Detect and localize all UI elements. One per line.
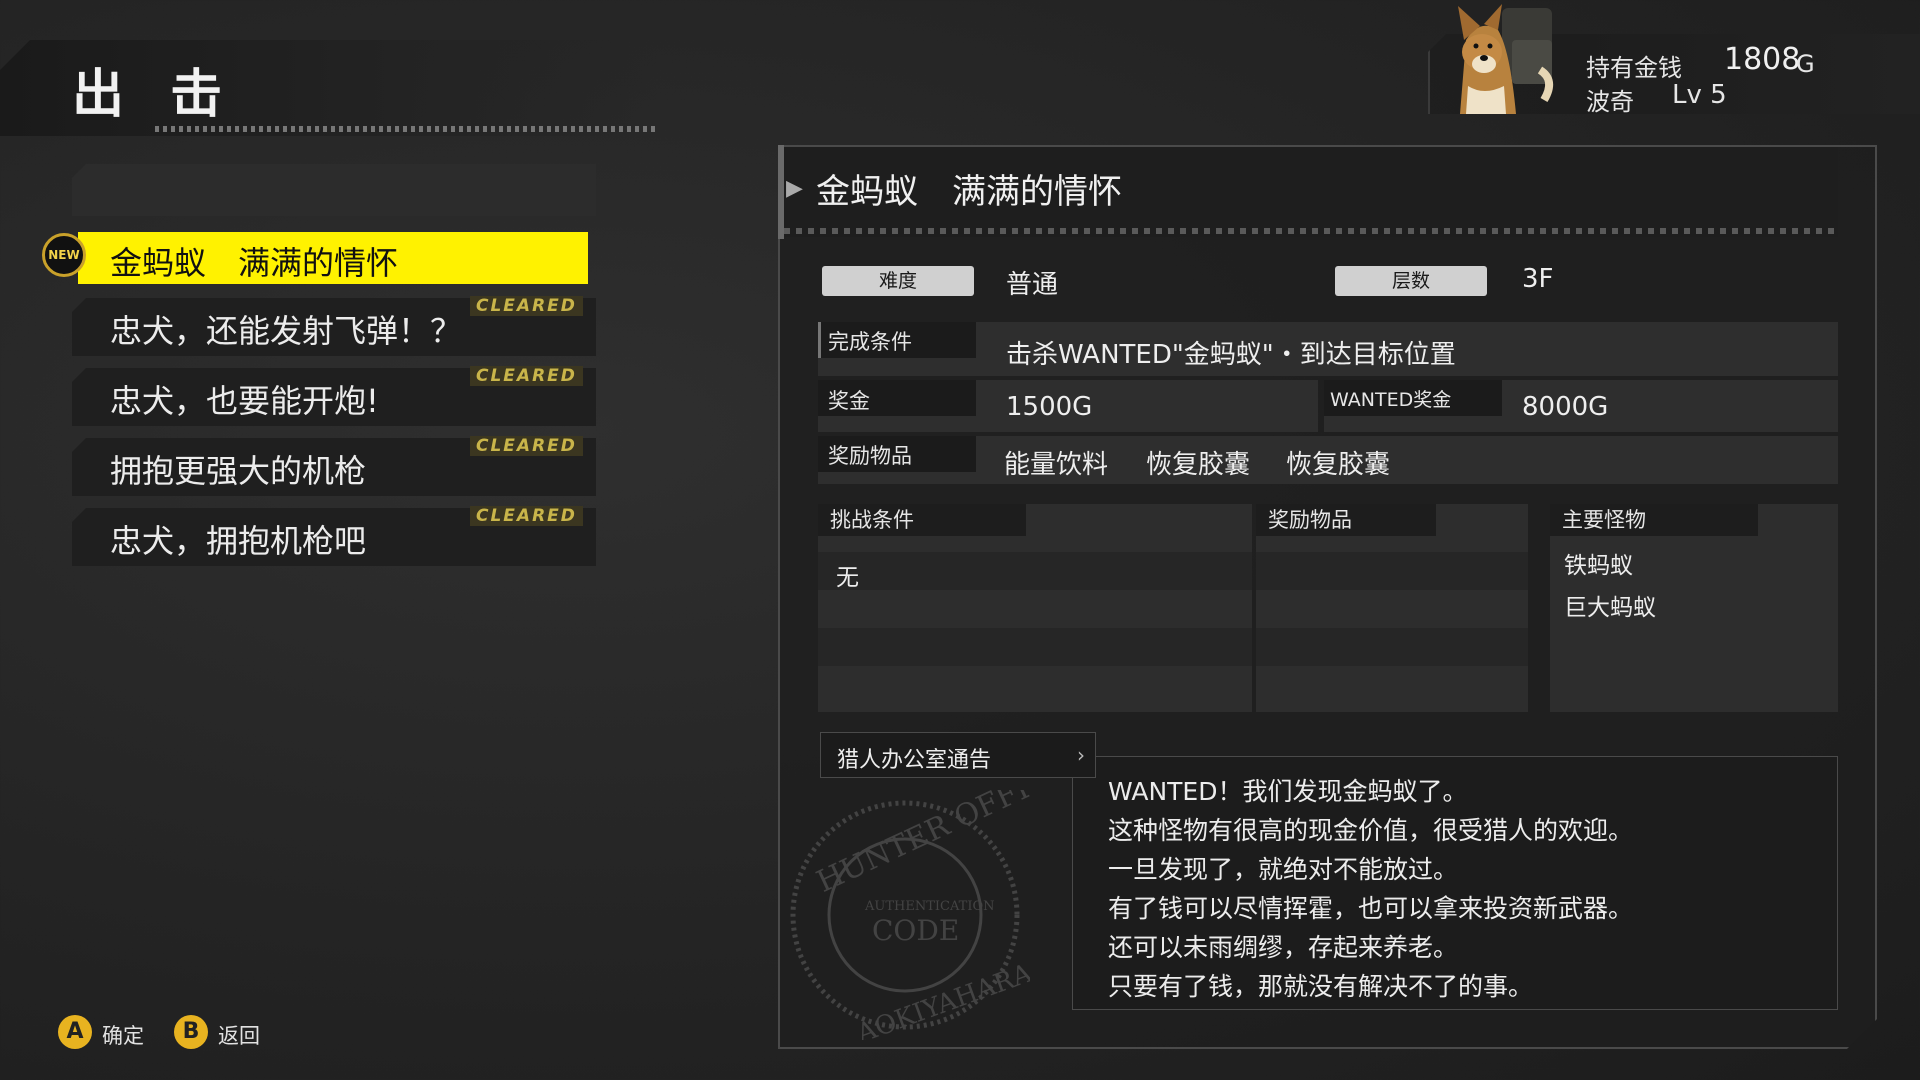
detail-title: 金蚂蚁 满满的情怀	[816, 172, 1122, 212]
cleared-badge: CLEARED	[470, 366, 583, 386]
mission-label: 忠犬，还能发射飞弹！？	[110, 312, 463, 350]
mission-list-header	[72, 164, 596, 216]
player-name: 波奇	[1586, 88, 1634, 116]
notice-line: 这种怪物有很高的现金价值，很受猎人的欢迎。	[1108, 816, 1634, 845]
notice-line: 只要有了钱，那就没有解决不了的事。	[1108, 972, 1534, 1001]
completion-value: 击杀WANTED"金蚂蚁"・到达目标位置	[1006, 340, 1456, 370]
detail-accent-bar	[778, 145, 784, 239]
mission-label: 忠犬，也要能开炮!	[110, 382, 379, 420]
page-title: 出 击	[72, 65, 237, 125]
challenge-header: 挑战条件	[818, 504, 1026, 536]
stamp-text: AUTHENTICATION	[864, 899, 995, 914]
stamp-text: HUNTER OFFICE	[811, 790, 1030, 900]
challenge-items-header: 奖励物品	[1256, 504, 1436, 536]
back-label: 返回	[218, 1024, 260, 1048]
a-button-icon[interactable]: A	[58, 1015, 92, 1049]
money-unit: G	[1796, 50, 1815, 78]
cleared-badge: CLEARED	[470, 296, 583, 316]
notice-tab-label: 猎人办公室通告	[837, 748, 992, 773]
hunter-office-stamp-icon: HUNTER OFFICE AUTHENTICATION CODE AOKIYA…	[790, 790, 1030, 1040]
monster-name: 铁蚂蚁	[1564, 553, 1633, 579]
notice-tab[interactable]: 猎人办公室通告 ›	[820, 732, 1096, 778]
detail-divider	[784, 228, 1838, 234]
mission-label: 忠犬，拥抱机枪吧	[110, 522, 367, 560]
grid-stripe	[818, 552, 1252, 590]
notice-line: WANTED！我们发现金蚂蚁了。	[1108, 777, 1468, 806]
reward-item: 能量饮料	[1004, 450, 1109, 480]
grid-stripe	[1256, 628, 1528, 666]
chevron-right-icon: ›	[1077, 743, 1085, 767]
challenge-value: 无	[836, 565, 859, 591]
mission-label: 金蚂蚁 满满的情怀	[110, 244, 399, 282]
new-badge: NEW	[42, 233, 86, 277]
floors-tag: 层数	[1335, 266, 1487, 296]
title-divider	[155, 126, 655, 132]
reward-label: 奖金	[828, 389, 870, 413]
money-label: 持有金钱	[1586, 54, 1682, 82]
chevron-right-icon: ▶	[786, 176, 803, 201]
confirm-label: 确定	[102, 1024, 144, 1048]
notice-line: 还可以未雨绸缪，存起来养老。	[1108, 933, 1459, 962]
difficulty-tag: 难度	[822, 266, 974, 296]
notice-line: 有了钱可以尽情挥霍，也可以拿来投资新武器。	[1108, 894, 1634, 923]
stamp-text: AOKIYAHARA	[852, 958, 1030, 1040]
money-value: 1808	[1724, 42, 1801, 77]
b-button-icon[interactable]: B	[174, 1015, 208, 1049]
stamp-text: CODE	[872, 914, 959, 947]
monster-name: 巨大蚂蚁	[1564, 595, 1656, 621]
cleared-badge: CLEARED	[470, 506, 583, 526]
reward-item: 恢复胶囊	[1146, 450, 1251, 480]
grid-stripe	[1256, 552, 1528, 590]
dog-portrait-icon	[1458, 4, 1554, 114]
reward-item: 恢复胶囊	[1286, 450, 1391, 480]
difficulty-value: 普通	[1006, 270, 1059, 300]
mission-label: 拥抱更强大的机枪	[110, 452, 367, 490]
completion-label: 完成条件	[828, 330, 912, 354]
cleared-badge: CLEARED	[470, 436, 583, 456]
floors-value: 3F	[1522, 264, 1554, 294]
label-accent	[818, 322, 821, 358]
player-level: Lv 5	[1672, 80, 1727, 110]
monsters-header: 主要怪物	[1550, 504, 1758, 536]
grid-stripe	[818, 628, 1252, 666]
wanted-reward-value: 8000G	[1522, 392, 1609, 422]
notice-line: 一旦发现了，就绝对不能放过。	[1108, 855, 1459, 884]
wanted-reward-label: WANTED奖金	[1330, 389, 1452, 411]
items-label: 奖励物品	[828, 444, 912, 468]
mission-item-1[interactable]: 金蚂蚁 满满的情怀	[78, 232, 588, 284]
reward-value: 1500G	[1006, 392, 1093, 422]
